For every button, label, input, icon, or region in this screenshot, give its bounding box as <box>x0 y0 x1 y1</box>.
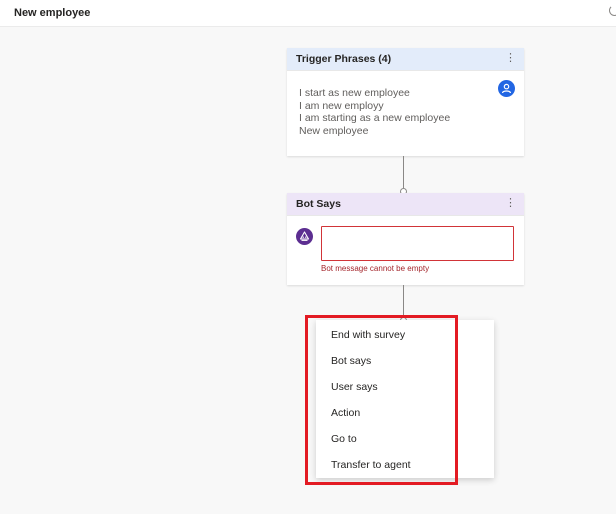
topic-header: New employee <box>0 0 616 27</box>
menu-item-go-to[interactable]: Go to <box>331 433 357 445</box>
menu-item-end-with-survey[interactable]: End with survey <box>331 329 405 341</box>
trigger-phrase: I am new employy <box>299 99 384 112</box>
loading-spinner-icon <box>609 5 616 16</box>
menu-item-user-says[interactable]: User says <box>331 381 378 393</box>
menu-item-transfer-to-agent[interactable]: Transfer to agent <box>331 459 411 471</box>
bot-says-card[interactable]: Bot Says ⋮ Bot message cannot be empty <box>287 193 524 285</box>
add-node-menu: End with survey Bot says User says Actio… <box>316 320 494 478</box>
trigger-phrases-header: Trigger Phrases (4) ⋮ <box>287 48 524 71</box>
bot-message-error: Bot message cannot be empty <box>321 264 430 273</box>
bot-says-header: Bot Says ⋮ <box>287 193 524 216</box>
bot-says-title: Bot Says <box>296 198 341 210</box>
topic-title: New employee <box>14 7 91 19</box>
bot-message-input[interactable] <box>321 226 514 261</box>
user-icon <box>498 80 515 97</box>
connector-line <box>403 285 404 318</box>
more-options-icon[interactable]: ⋮ <box>505 196 516 209</box>
trigger-phrases-title: Trigger Phrases (4) <box>296 53 392 65</box>
menu-item-action[interactable]: Action <box>331 407 360 419</box>
trigger-phrase: New employee <box>299 124 369 137</box>
trigger-phrases-card[interactable]: Trigger Phrases (4) ⋮ I start as new emp… <box>287 48 524 156</box>
trigger-phrase: I am starting as a new employee <box>299 112 451 124</box>
trigger-phrases-list: I start as new employee I am new employy… <box>299 87 450 137</box>
menu-item-bot-says[interactable]: Bot says <box>331 355 371 367</box>
bot-icon <box>296 228 313 245</box>
connector-line <box>403 156 404 188</box>
trigger-phrase: I start as new employee <box>299 87 410 99</box>
more-options-icon[interactable]: ⋮ <box>505 51 516 64</box>
